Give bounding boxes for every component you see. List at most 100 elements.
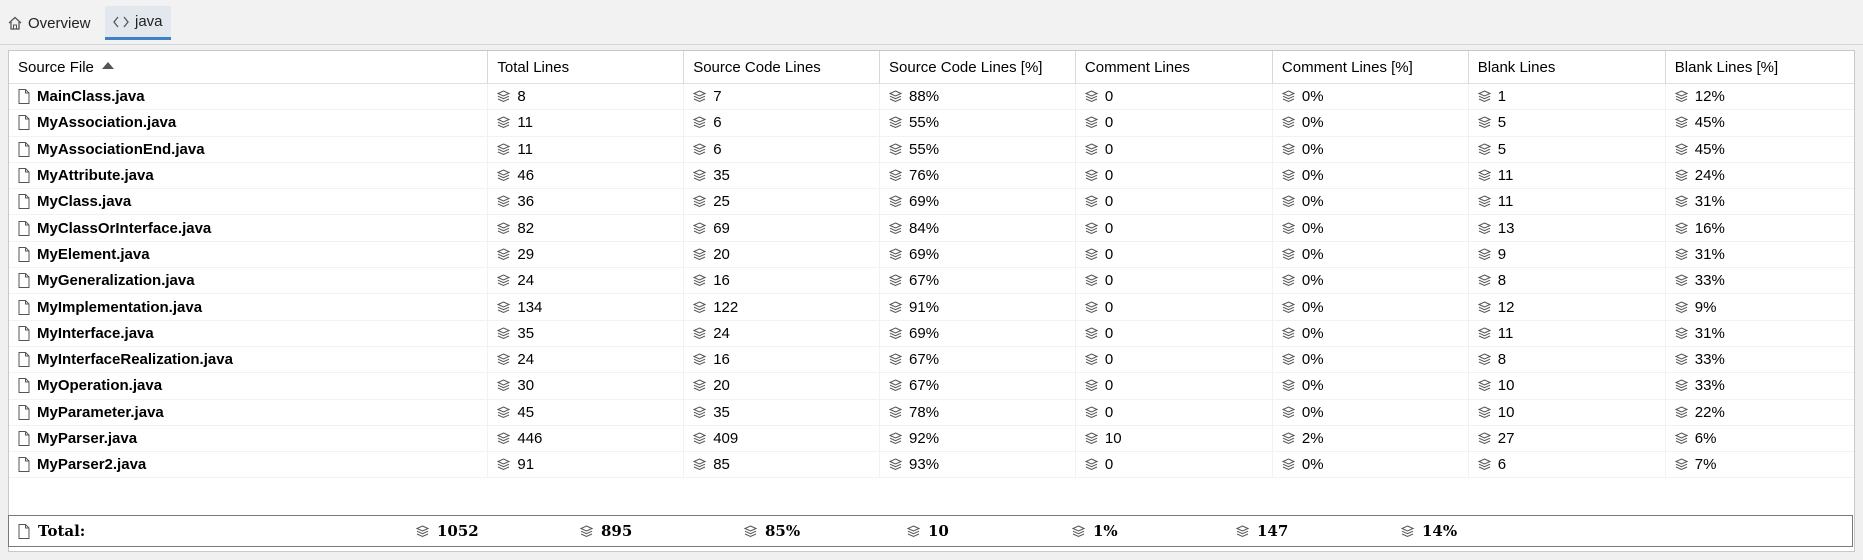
metric-value: 0: [1104, 403, 1114, 421]
metric-value: 6: [713, 140, 722, 158]
metric-value: 8: [1497, 351, 1507, 369]
metric-icon: [1281, 222, 1302, 235]
metric-icon: [693, 458, 713, 471]
metric-value: 82: [517, 219, 535, 237]
tab-overview[interactable]: Overview: [0, 6, 99, 40]
cell-source-file: MainClass.java: [9, 83, 489, 111]
metric-icon: [1281, 379, 1302, 392]
metric-icon: [1281, 116, 1302, 129]
metric-icon: [1401, 524, 1422, 538]
metric-value: 1: [1497, 88, 1507, 106]
metric-icon: [1084, 353, 1105, 366]
metric-value: 24%: [1694, 167, 1725, 185]
column-header-label: Source File: [18, 58, 94, 76]
table-header-row: Source File Total Lines Source Code Lines S…: [9, 51, 1854, 84]
metric-value: 0%: [1301, 272, 1324, 290]
cell-blank-lines-pct: 6%: [1665, 425, 1854, 453]
table-row[interactable]: MyParser.java 446 409 92% 10 2% 27 6%: [9, 425, 1854, 453]
metric-icon: [1477, 222, 1498, 235]
metric-icon: [1674, 458, 1695, 471]
file-icon: [18, 220, 37, 236]
table-row[interactable]: MyAttribute.java 46 35 76% 0 0% 11 24%: [9, 162, 1854, 190]
metric-icon: [889, 143, 909, 156]
cell-blank-lines: 5: [1468, 136, 1666, 163]
total-value: 14%: [1422, 522, 1458, 540]
metric-value: 0%: [1301, 324, 1324, 342]
metric-icon: [693, 195, 713, 208]
metric-value: 0%: [1301, 298, 1324, 316]
table-row[interactable]: MyParser2.java 91 85 93% 0 0% 6 7%: [9, 451, 1854, 479]
cell-blank-lines: 10: [1468, 372, 1666, 400]
cell-blank-lines: 5: [1468, 109, 1666, 137]
table-row[interactable]: MainClass.java 8 7 88% 0 0% 1 12%: [9, 83, 1854, 111]
metric-icon: [497, 353, 517, 366]
table-row[interactable]: MyClass.java 36 25 69% 0 0% 11 31%: [9, 188, 1854, 216]
metric-value: 10: [1497, 403, 1515, 421]
table-row[interactable]: MyInterface.java 35 24 69% 0 0% 11 31%: [9, 320, 1854, 347]
column-header-source-code-lines[interactable]: Source Code Lines: [683, 51, 881, 84]
cell-total-lines: 24: [487, 267, 685, 295]
metric-icon: [497, 432, 517, 445]
tab-java[interactable]: java: [105, 6, 171, 40]
metric-icon: [1674, 379, 1695, 392]
cell-comment-lines-pct: 0%: [1272, 241, 1469, 269]
column-header-total-lines[interactable]: Total Lines: [487, 51, 685, 84]
file-name: MyImplementation.java: [37, 298, 203, 316]
cell-total-lines: 29: [487, 241, 685, 269]
metric-icon: [889, 353, 909, 366]
metric-value: 409: [713, 430, 739, 447]
metric-value: 20: [713, 377, 730, 395]
cell-source-code-lines: 35: [683, 162, 881, 190]
metric-value: 6: [713, 114, 722, 132]
table-row[interactable]: MyClassOrInterface.java 82 69 84% 0 0% 1…: [9, 214, 1854, 242]
cell-source-code-lines-pct: 88%: [879, 83, 1076, 111]
cell-source-code-lines-pct: 55%: [879, 109, 1076, 137]
cell-blank-lines-pct: 33%: [1665, 372, 1854, 400]
column-header-source-code-lines-pct[interactable]: Source Code Lines [%]: [879, 51, 1076, 84]
metric-icon: [1477, 379, 1498, 392]
cell-comment-lines-pct: 0%: [1272, 162, 1469, 190]
cell-comment-lines: 0: [1075, 346, 1273, 374]
metric-value: 36: [517, 193, 535, 211]
metric-value: 69%: [909, 193, 940, 211]
metric-icon: [889, 222, 909, 235]
file-icon: [18, 352, 37, 368]
metric-value: 0%: [1301, 193, 1324, 211]
file-icon: [18, 378, 37, 394]
column-header-source-file[interactable]: Source File: [9, 51, 489, 84]
total-row: Total: 1052 895 85% 10 1% 147 14%: [8, 515, 1853, 547]
cell-comment-lines: 0: [1075, 267, 1273, 295]
file-name: MyInterfaceRealization.java: [37, 351, 233, 369]
metric-icon: [889, 248, 909, 261]
table-row[interactable]: MyInterfaceRealization.java 24 16 67% 0 …: [9, 346, 1854, 374]
cell-source-code-lines-pct: 84%: [879, 214, 1076, 242]
metric-value: 134: [517, 298, 543, 316]
table-row[interactable]: MyImplementation.java 134 122 91% 0 0% 1…: [9, 293, 1854, 321]
metric-value: 35: [713, 403, 730, 421]
table-row[interactable]: MyParameter.java 45 35 78% 0 0% 10 22%: [9, 399, 1854, 426]
column-header-blank-lines[interactable]: Blank Lines: [1468, 51, 1666, 84]
metric-value: 0%: [1301, 351, 1324, 369]
metric-icon: [889, 90, 909, 103]
metric-icon: [1674, 406, 1695, 419]
metric-value: 76%: [909, 167, 940, 185]
table-row[interactable]: MyOperation.java 30 20 67% 0 0% 10 33%: [9, 372, 1854, 400]
cell-total-lines: 46: [487, 162, 685, 190]
cell-source-code-lines-pct: 92%: [879, 425, 1076, 453]
table-row[interactable]: MyAssociation.java 11 6 55% 0 0% 5 45%: [9, 109, 1854, 137]
metric-icon: [1084, 300, 1105, 314]
table-row[interactable]: MyGeneralization.java 24 16 67% 0 0% 8 3…: [9, 267, 1854, 295]
cell-blank-lines: 1: [1468, 83, 1666, 111]
column-header-comment-lines[interactable]: Comment Lines: [1075, 51, 1273, 84]
metric-icon: [889, 406, 909, 419]
cell-total-lines: 30: [487, 372, 685, 400]
total-value: 85%: [765, 522, 801, 540]
cell-comment-lines: 0: [1075, 188, 1273, 216]
cell-comment-lines: 0: [1075, 162, 1273, 190]
total-comment-lines-pct: 1%: [1072, 516, 1118, 546]
table-row[interactable]: MyAssociationEnd.java 11 6 55% 0 0% 5 45…: [9, 136, 1854, 163]
column-header-blank-lines-pct[interactable]: Blank Lines [%]: [1665, 51, 1854, 84]
table-row[interactable]: MyElement.java 29 20 69% 0 0% 9 31%: [9, 241, 1854, 269]
column-header-comment-lines-pct[interactable]: Comment Lines [%]: [1272, 51, 1469, 84]
cell-blank-lines: 11: [1468, 188, 1666, 216]
